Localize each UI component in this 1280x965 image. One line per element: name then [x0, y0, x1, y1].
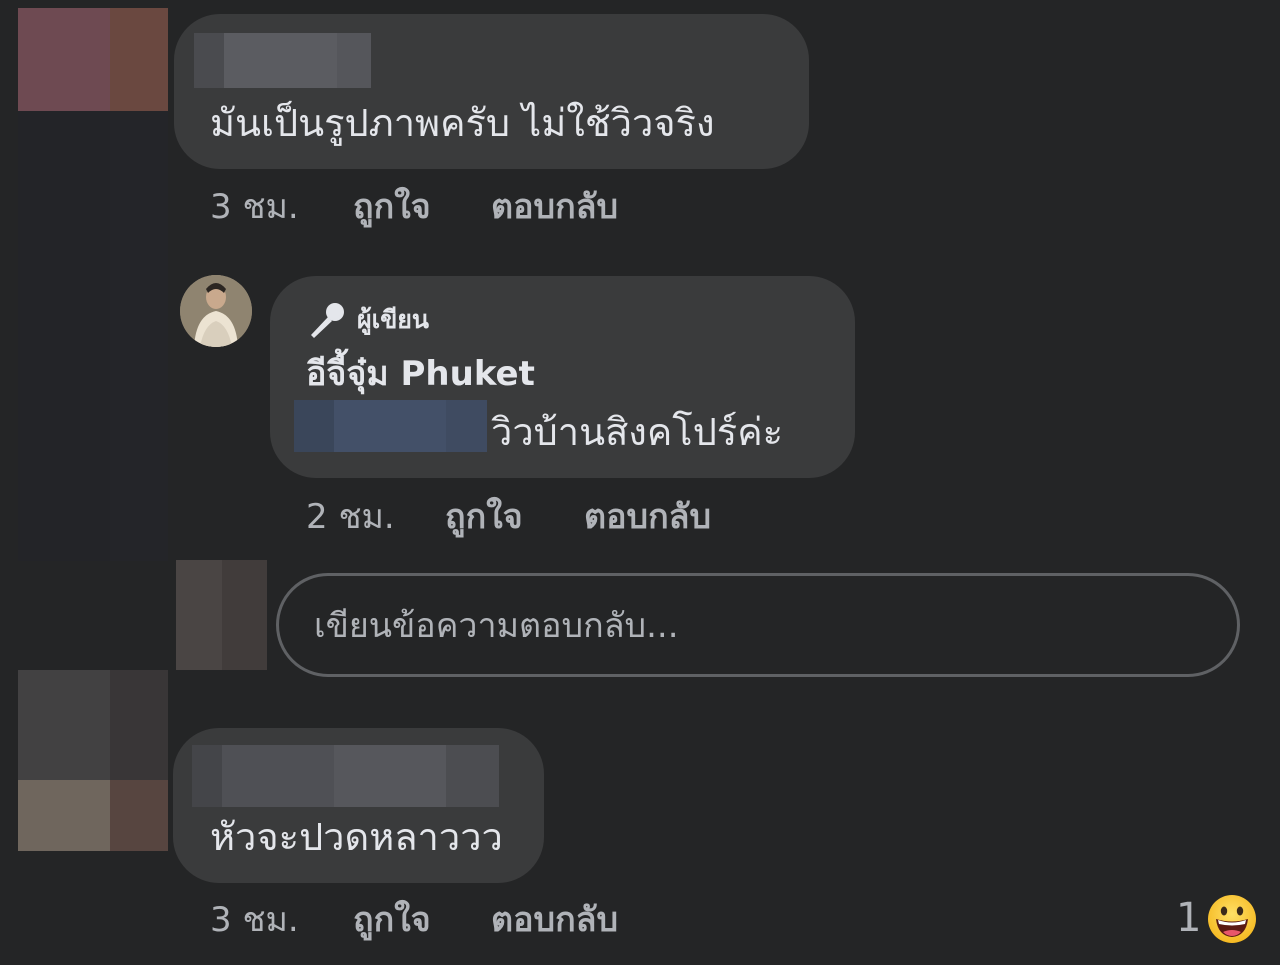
current-user-avatar	[176, 560, 267, 670]
reply-button[interactable]: ตอบกลับ	[584, 500, 711, 534]
grinning-face-icon[interactable]	[1207, 894, 1257, 944]
comment-timestamp[interactable]: 3 ชม.	[210, 190, 299, 224]
comment-timestamp[interactable]: 2 ชม.	[306, 500, 395, 534]
reply-input[interactable]: เขียนข้อความตอบกลับ...	[276, 573, 1240, 677]
comment-meta: 3 ชม. ถูกใจ ตอบกลับ	[210, 903, 710, 943]
author-name[interactable]: อีจี้จุ๋ม Phuket	[306, 357, 535, 391]
commenter-name-blurred[interactable]	[194, 33, 371, 88]
comment-text: หัวจะปวดหลาววว	[210, 815, 503, 859]
like-button[interactable]: ถูกใจ	[353, 903, 431, 937]
reply-input-placeholder: เขียนข้อความตอบกลับ...	[314, 606, 679, 646]
reaction-count[interactable]: 1	[1176, 898, 1201, 938]
avatar-shadow	[18, 111, 168, 561]
like-button[interactable]: ถูกใจ	[445, 500, 523, 534]
comment-text: มันเป็นรูปภาพครับ ไม่ใช้วิวจริง	[210, 101, 715, 145]
comment-timestamp[interactable]: 3 ชม.	[210, 903, 299, 937]
avatar[interactable]	[18, 8, 168, 111]
author-badge-label: ผู้เขียน	[357, 305, 430, 334]
comment-text: วิวบ้านสิงคโปร์ค่ะ	[491, 410, 784, 454]
microphone-icon	[311, 303, 344, 338]
like-button[interactable]: ถูกใจ	[353, 190, 431, 224]
reply-button[interactable]: ตอบกลับ	[491, 903, 618, 937]
avatar[interactable]	[18, 670, 168, 851]
reply-button[interactable]: ตอบกลับ	[491, 190, 618, 224]
mentioned-name-blurred[interactable]	[294, 400, 487, 452]
comment-meta: 2 ชม. ถูกใจ ตอบกลับ	[306, 500, 806, 540]
author-avatar-image	[180, 275, 252, 347]
author-avatar[interactable]	[180, 275, 252, 347]
comment-meta: 3 ชม. ถูกใจ ตอบกลับ	[210, 190, 710, 230]
commenter-name-blurred[interactable]	[192, 745, 499, 807]
